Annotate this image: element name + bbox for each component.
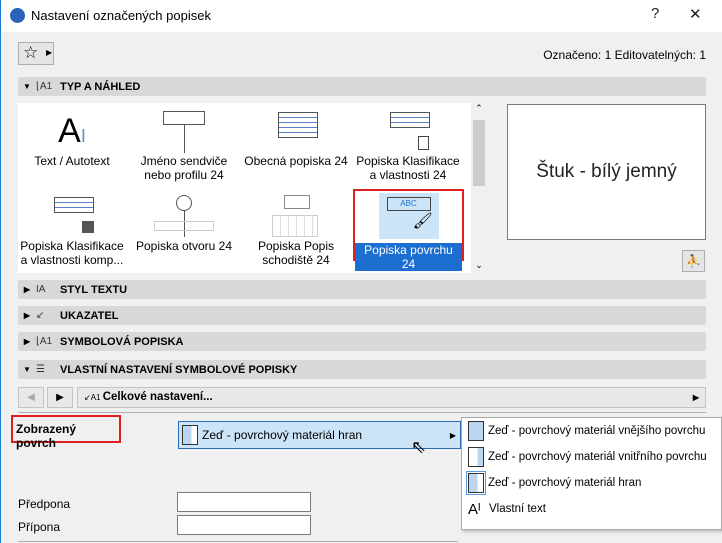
- expand-icon: ▶: [23, 285, 31, 294]
- close-button[interactable]: ✕: [689, 5, 702, 23]
- custom-text-icon: Aᴵ: [468, 500, 481, 518]
- classification-icon: [378, 108, 438, 154]
- opening-label-icon: [154, 193, 214, 239]
- app-logo-icon: [10, 8, 25, 23]
- menu-item[interactable]: Zeď - povrchový materiál vnitřního povrc…: [462, 444, 721, 470]
- label-icon: ↙A1: [84, 393, 103, 402]
- wall-outside-icon: [468, 421, 484, 441]
- arrow-right-icon: ▶: [692, 393, 699, 402]
- prefix-label: Předpona: [18, 497, 71, 511]
- expand-icon: ▶: [23, 337, 31, 346]
- arrow-right-icon: ▶: [46, 48, 53, 57]
- surface-options-menu: Zeď - povrchový materiál vnějšího povrch…: [461, 417, 722, 530]
- wall-edge-icon: [466, 471, 486, 495]
- stair-label-icon: [266, 193, 326, 239]
- suffix-label: Přípona: [18, 520, 61, 534]
- next-page-button[interactable]: ▶: [47, 387, 73, 408]
- text-style-icon: IA: [36, 284, 46, 295]
- composite-name-icon: [154, 108, 214, 154]
- surface-label-icon: ABC 🖌: [378, 193, 439, 239]
- section-text-style[interactable]: ▶ IA STYL TEXTU: [18, 280, 706, 299]
- gallery-item[interactable]: Popiska Popis schodiště 24: [240, 193, 352, 267]
- wall-inside-icon: [468, 447, 484, 467]
- preview-options-button[interactable]: ⛹: [682, 250, 705, 272]
- divider: [18, 412, 706, 413]
- arrow-right-icon: ▶: [449, 430, 456, 440]
- scrollbar-thumb[interactable]: [473, 120, 485, 186]
- star-icon: ☆: [23, 43, 39, 62]
- gallery-item[interactable]: Popiska Klasifikace a vlastnosti 24: [352, 108, 464, 182]
- mouse-cursor-icon: ⇖: [411, 437, 427, 457]
- general-label-icon: [266, 108, 326, 154]
- section-pointer[interactable]: ▶ ↙ UKAZATEL: [18, 306, 706, 325]
- classification-component-icon: [42, 193, 102, 239]
- pointer-icon: ↙: [36, 310, 45, 321]
- label-icon: ⌊A1: [36, 81, 53, 92]
- section-custom-settings[interactable]: ▼ ☰ VLASTNÍ NASTAVENÍ SYMBOLOVÉ POPISKY: [18, 360, 706, 379]
- displayed-surface-label: Zobrazený povrch: [11, 415, 121, 450]
- divider: [18, 541, 458, 542]
- page-selector[interactable]: ↙A1 Celkové nastavení... ▶: [77, 387, 706, 408]
- person-icon: ⛹: [686, 254, 701, 268]
- custom-settings-icon: ☰: [36, 364, 45, 375]
- section-type-preview[interactable]: ▼ ⌊A1 TYP A NÁHLED: [18, 77, 706, 96]
- collapse-icon: ▼: [23, 82, 31, 91]
- favorites-button[interactable]: ☆ ▶: [18, 42, 54, 65]
- window-title: Nastavení označených popisek: [31, 8, 211, 23]
- gallery-item[interactable]: Popiska Klasifikace a vlastnosti komp...: [16, 193, 128, 267]
- expand-icon: ▶: [23, 311, 31, 320]
- gallery-item-selected[interactable]: ABC 🖌 Popiska povrchu 24: [353, 189, 464, 271]
- menu-item[interactable]: Aᴵ Vlastní text: [462, 496, 721, 522]
- prefix-input[interactable]: [177, 492, 311, 512]
- gallery-item[interactable]: AI Text / Autotext: [16, 108, 128, 168]
- gallery-item[interactable]: Jméno sendviče nebo profilu 24: [128, 108, 240, 182]
- selection-status: Označeno: 1 Editovatelných: 1: [543, 48, 706, 62]
- prev-page-button[interactable]: ◀: [18, 387, 44, 408]
- preview-panel: Štuk - bílý jemný: [507, 104, 706, 240]
- symbol-label-icon: ⌊A1: [36, 336, 53, 347]
- wall-edge-icon: [182, 425, 198, 445]
- suffix-input[interactable]: [177, 515, 311, 535]
- collapse-icon: ▼: [23, 365, 31, 374]
- menu-item-selected[interactable]: Zeď - povrchový materiál hran: [462, 470, 721, 496]
- menu-item[interactable]: Zeď - povrchový materiál vnějšího povrch…: [462, 418, 721, 444]
- help-button[interactable]: ?: [651, 5, 659, 22]
- gallery-item[interactable]: Popiska otvoru 24: [128, 193, 240, 253]
- section-symbol-label[interactable]: ▶ ⌊A1 SYMBOLOVÁ POPISKA: [18, 332, 706, 351]
- gallery-item[interactable]: Obecná popiska 24: [240, 108, 352, 168]
- autotext-icon: AI: [58, 112, 86, 150]
